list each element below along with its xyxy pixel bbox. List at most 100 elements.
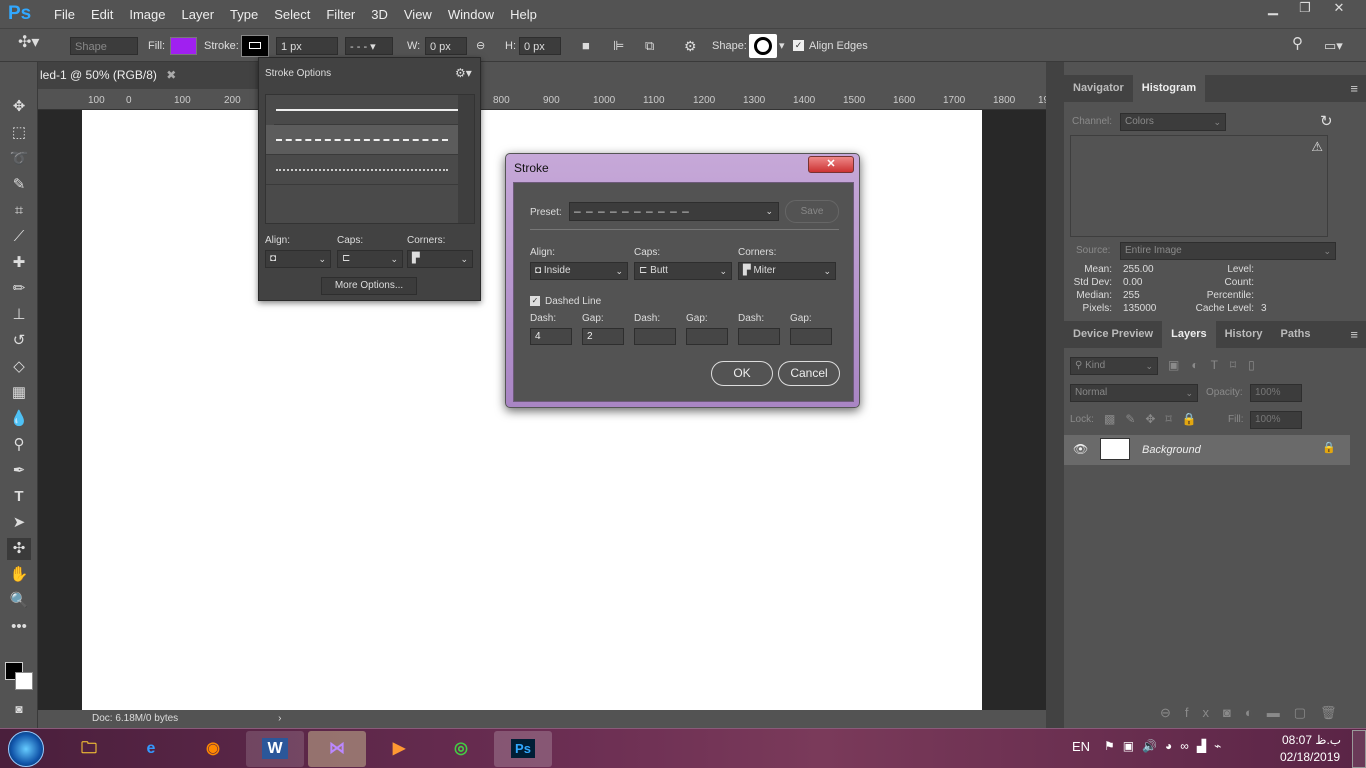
menu-layer[interactable]: Layer [174,7,223,22]
refresh-icon[interactable]: ↻ [1320,112,1333,130]
fill-opacity-field[interactable]: 100% [1250,411,1302,429]
link-icon[interactable]: ⊖ [476,37,485,55]
more-options-button[interactable]: More Options... [321,277,417,295]
clock-date[interactable]: 02/18/2019 [1280,750,1340,764]
cancel-button[interactable]: Cancel [778,361,840,386]
taskbar-word[interactable]: W [246,731,304,767]
minimize-button[interactable]: ▁ [1256,0,1290,20]
marquee-tool-icon[interactable]: ⬚ [7,122,31,144]
lock-icons[interactable]: ▩✎✥⌑🔒 [1104,412,1207,426]
source-select[interactable]: Entire Image ⌄ [1120,242,1336,260]
layers-footer-icons[interactable]: ⊖fx◙◐▬▢🗑 [1160,705,1351,721]
eraser-tool-icon[interactable]: ◇ [7,356,31,378]
menu-edit[interactable]: Edit [83,7,121,22]
corners-dropdown[interactable]: ▛ Miter ⌄ [738,262,836,280]
path-alignment-icon[interactable]: ⊫ [613,37,624,55]
stroke-width-field[interactable]: 1 px [276,37,338,55]
align-edges-checkbox[interactable]: ✓ [793,40,804,51]
menu-view[interactable]: View [396,7,440,22]
taskbar-photoshop[interactable]: Ps [494,731,552,767]
clock-time[interactable]: 08:07 ب.ظ [1282,733,1341,747]
tab-histogram[interactable]: Histogram [1132,75,1206,102]
more-tools-icon[interactable]: ••• [7,616,31,638]
menu-help[interactable]: Help [502,7,545,22]
system-tray-icons[interactable]: ⚑▣🔊◕∞▟⌁ [1104,739,1229,753]
tab-navigator[interactable]: Navigator [1064,75,1133,102]
layer-filter-icons[interactable]: ▣◐T⌑▯ [1168,358,1267,372]
caps-dropdown[interactable]: ⊏ ⌄ [337,250,403,268]
dash-gap-field[interactable] [738,328,780,345]
quick-mask-icon[interactable]: ◙ [7,698,31,720]
crop-tool-icon[interactable]: ⌗ [7,200,31,222]
brush-tool-icon[interactable]: ✏ [7,278,31,300]
language-indicator[interactable]: EN [1072,739,1090,754]
visibility-eye-icon[interactable]: 👁 [1073,442,1088,456]
shape-dropdown-chevron-icon[interactable]: ▾ [779,37,785,55]
workspace-icon[interactable]: ▭▾ [1324,37,1343,55]
channel-select[interactable]: Colors ⌄ [1120,113,1226,131]
show-desktop-button[interactable] [1352,730,1366,768]
clone-stamp-tool-icon[interactable]: ⊥ [7,304,31,326]
blend-mode-select[interactable]: Normal ⌄ [1070,384,1198,402]
save-preset-button[interactable]: Save [785,200,839,223]
stroke-type-dropdown[interactable]: - - - ▾ [345,37,393,55]
shape-picker[interactable] [749,34,777,58]
corners-dropdown[interactable]: ▛ ⌄ [407,250,473,268]
align-dropdown[interactable]: ◘ ⌄ [265,250,331,268]
type-tool-icon[interactable]: T [7,486,31,508]
start-button[interactable] [8,731,44,767]
dialog-close-button[interactable]: ✕ [808,156,854,173]
taskbar-chrome[interactable]: ◎ [432,731,490,767]
stroke-style-dashed[interactable] [266,125,458,155]
dash-gap-field[interactable] [790,328,832,345]
stroke-swatch[interactable] [241,35,269,57]
tab-history[interactable]: History [1216,321,1272,348]
menu-select[interactable]: Select [266,7,318,22]
search-icon[interactable]: ⚲ [1292,35,1303,53]
restore-button[interactable]: ❐ [1288,0,1322,20]
custom-shape-tool-icon[interactable]: ✣▾ [18,34,39,52]
menu-filter[interactable]: Filter [318,7,363,22]
hand-tool-icon[interactable]: ✋ [7,564,31,586]
stroke-style-dotted[interactable] [266,155,458,185]
taskbar-explorer[interactable]: 🗀 [60,731,118,767]
align-dropdown[interactable]: ◘ Inside ⌄ [530,262,628,280]
panel-menu-icon[interactable]: ≡ [1350,81,1358,96]
taskbar-internet-explorer[interactable]: e [122,731,180,767]
gear-icon[interactable]: ⚙▾ [455,66,472,80]
custom-shape-tool-icon[interactable]: ✣ [7,538,31,560]
kind-filter[interactable]: ⚲ Kind ⌄ [1070,357,1158,375]
path-selection-tool-icon[interactable]: ➤ [7,512,31,534]
zoom-tool-icon[interactable]: 🔍 [7,590,31,612]
path-arrangement-icon[interactable]: ⧉ [645,37,654,55]
fill-swatch[interactable] [170,37,197,55]
taskbar-media-player[interactable]: ▶ [370,731,428,767]
quick-select-tool-icon[interactable]: ✎ [7,174,31,196]
pen-tool-icon[interactable]: ✒ [7,460,31,482]
dash-gap-field[interactable]: 4 [530,328,572,345]
layer-name[interactable]: Background [1142,444,1201,456]
dodge-tool-icon[interactable]: ⚲ [7,434,31,456]
healing-brush-tool-icon[interactable]: ✚ [7,252,31,274]
menu-window[interactable]: Window [440,7,502,22]
dash-gap-field[interactable]: 2 [582,328,624,345]
menu-type[interactable]: Type [222,7,266,22]
path-operations-icon[interactable]: ■ [582,37,590,55]
close-tab-icon[interactable]: ✖ [166,68,176,82]
layer-row-background[interactable]: 👁 Background 🔒 [1064,435,1350,465]
history-brush-tool-icon[interactable]: ↺ [7,330,31,352]
mode-select[interactable]: Shape [70,37,138,55]
menu-3d[interactable]: 3D [363,7,396,22]
lasso-tool-icon[interactable]: ➰ [7,148,31,170]
dashed-line-checkbox[interactable]: ✓ [530,296,540,306]
background-color-swatch[interactable] [15,672,33,690]
move-tool-icon[interactable]: ✥ [7,96,31,118]
gear-icon[interactable]: ⚙ [684,37,697,55]
panel-menu-icon[interactable]: ≡ [1350,327,1358,342]
preset-dropdown[interactable]: – – – – – – – – – – ⌄ [569,202,779,221]
status-arrow-icon[interactable]: › [278,713,281,724]
taskbar-firefox[interactable]: ◉ [184,731,242,767]
gradient-tool-icon[interactable]: ▦ [7,382,31,404]
dash-gap-field[interactable] [634,328,676,345]
stroke-style-solid[interactable] [274,95,466,125]
